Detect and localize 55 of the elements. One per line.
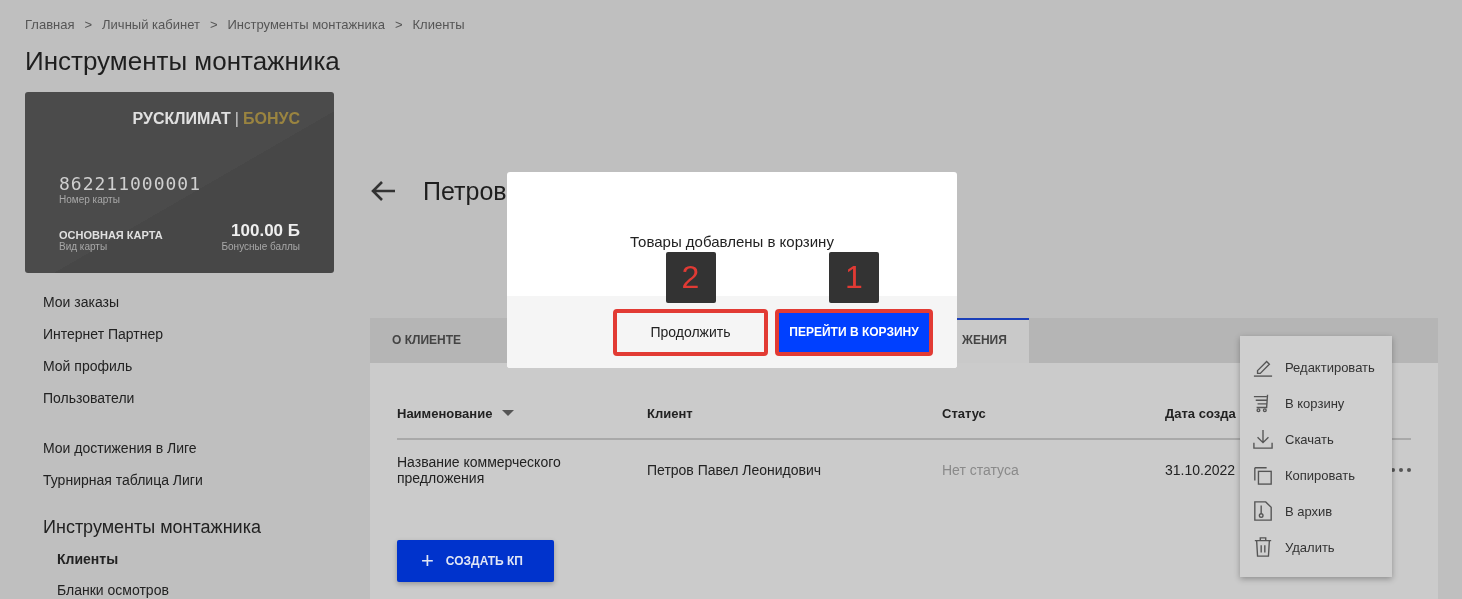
column-header[interactable]: Клиент [647,405,693,421]
menu-item[interactable]: Скачать [1240,421,1392,457]
page-title: Инструменты монтажника [25,45,341,78]
sidebar-item[interactable]: Бланки осмотров [57,575,335,599]
card-number: 862211000001 [59,173,203,194]
menu-item[interactable]: Удалить [1240,529,1392,565]
breadcrumb-link[interactable]: Инструменты монтажника [227,16,385,32]
client-name-heading: Петров [423,176,507,206]
annotation-number: 1 [829,251,879,303]
sidebar-item[interactable]: Мои достижения в Лиге [43,432,335,464]
sidebar-item[interactable]: Клиенты [57,544,335,575]
table-cell-text: Петров Павел Леонидович [647,462,823,478]
sidebar-item[interactable]: Интернет Партнер [43,318,335,350]
sidebar-item[interactable]: Мой профиль [43,350,335,382]
sidebar-item[interactable]: Турнирная таблица Лиги [43,464,335,496]
back-arrow-icon[interactable] [370,180,396,202]
menu-item[interactable]: Редактировать [1240,349,1392,385]
menu-item[interactable]: В корзину [1240,385,1392,421]
copy-icon [1253,465,1273,485]
column-header[interactable]: Статус [942,405,986,421]
breadcrumb-separator: > [209,16,218,32]
dialog-message: Товары добавлены в корзину [630,233,834,250]
menu-item[interactable]: В архив [1240,493,1392,529]
breadcrumb-link[interactable]: Личный кабинет [102,16,200,32]
download-icon [1253,429,1273,449]
breadcrumb-separator: > [394,16,403,32]
menu-item[interactable]: Копировать [1240,457,1392,493]
table-cell-text: Название коммерческого предложения [397,454,562,486]
tab[interactable]: О КЛИЕНТЕ [370,318,484,363]
table-cell: 31.10.2022 [1165,462,1236,478]
logo-divider: | [234,110,239,127]
card-type-caption: Вид карты [59,241,109,252]
continue-button[interactable]: Продолжить [613,308,768,356]
create-button[interactable]: + СОЗДАТЬ КП [397,540,554,582]
go-to-cart-button[interactable]: ПЕРЕЙТИ В КОРЗИНУ [775,308,933,356]
trash-icon [1253,537,1273,557]
annotation-number: 2 [665,251,716,303]
card-number-caption: Номер карты [59,194,121,205]
column-header[interactable]: Дата созда [1165,405,1236,421]
sidebar-item[interactable]: Пользователи [43,382,335,414]
more-icon[interactable] [1391,468,1411,472]
card-type: ОСНОВНАЯ КАРТА [59,229,163,241]
sidebar-section-title: Инструменты монтажника [43,516,262,539]
breadcrumb-separator: > [84,16,93,32]
breadcrumb-link[interactable]: Главная [25,16,75,32]
column-header[interactable]: Наименование [397,405,493,421]
bonus-points-caption: Бонусные баллы [221,241,300,252]
sort-caret-icon[interactable] [502,410,515,416]
bonus-points: 100.00 Б [230,221,300,241]
sidebar-item[interactable]: Мои заказы [43,286,335,318]
card-brand: РУСКЛИМАТ [132,110,231,127]
table-cell-text: Нет статуса [942,462,1020,478]
card-program: БОНУС [243,110,300,127]
breadcrumb-link[interactable]: Клиенты [412,16,465,32]
archive-icon [1253,501,1273,521]
